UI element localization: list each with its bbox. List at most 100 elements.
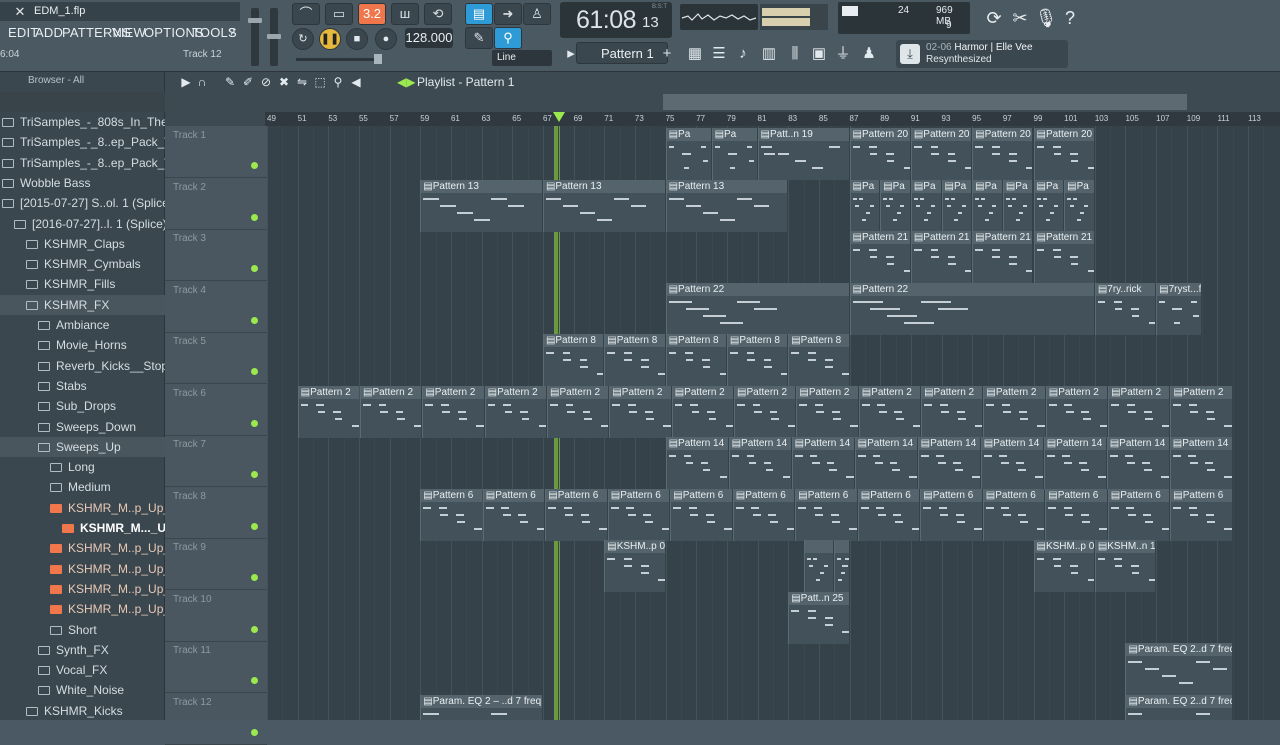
pattern-clip[interactable]: ▤Pattern 2 — [297, 385, 359, 438]
track-mute-led[interactable] — [251, 265, 258, 272]
position-slider[interactable] — [296, 54, 382, 64]
pattern-clip[interactable]: ▤Pattern 6 — [420, 488, 482, 541]
mixer-icon[interactable]: ▥ — [758, 42, 780, 66]
pattern-clip[interactable]: ▤Pattern 21 — [849, 231, 910, 283]
track-mute-led[interactable] — [251, 677, 258, 684]
pattern-clip[interactable]: ▤Pattern 2 — [921, 385, 983, 438]
browser-folder[interactable]: KSHMR_Claps — [0, 234, 165, 254]
browser-icon[interactable]: ▣ — [808, 42, 830, 66]
pattern-clip[interactable]: ▤Pattern 2 — [858, 385, 921, 438]
cut-icon[interactable]: ✂ — [1008, 4, 1032, 32]
step-edit-icon[interactable]: ш — [391, 3, 419, 25]
track-mute-led[interactable] — [251, 162, 258, 169]
menu-edit[interactable]: EDIT — [8, 25, 38, 40]
pattern-clip[interactable]: ▤Pattern 2 — [1045, 385, 1108, 438]
browser-folder[interactable]: Ambiance — [0, 315, 165, 335]
paint-icon[interactable]: ✐ — [241, 74, 255, 90]
track-header[interactable]: Track 4 — [165, 281, 267, 333]
pattern-clip[interactable]: ▤7ryst...funny — [1156, 282, 1202, 335]
playlist-icon[interactable]: ▦ — [684, 42, 706, 66]
browser-folder[interactable]: Stabs — [0, 376, 165, 396]
tempo-tap-icon[interactable]: ♙ — [523, 3, 551, 25]
browser-file[interactable]: KSHMR_M..p_Up_01 — [0, 498, 183, 518]
pattern-clip[interactable]: ▤Pa — [972, 179, 1002, 232]
browser-folder[interactable]: KSHMR_Kicks — [0, 701, 165, 721]
pattern-clip[interactable]: ▤Pattern 14 — [980, 437, 1043, 489]
pattern-clip[interactable]: ▤Pattern 14 — [728, 437, 791, 489]
pattern-song-icon[interactable]: ▤ — [465, 3, 493, 25]
arrow-right-icon[interactable]: ▶ — [179, 74, 193, 90]
track-header[interactable]: Track 2 — [165, 178, 267, 230]
pattern-clip[interactable]: ▤Pattern 13 — [420, 179, 542, 232]
pattern-clip[interactable]: ▤Pattern 6 — [482, 488, 545, 541]
pattern-clip[interactable]: ▤Pattern 14 — [854, 437, 917, 489]
wait-input-icon[interactable]: ▭ — [325, 3, 353, 25]
pattern-clip[interactable]: ▤Patt..n 19 — [757, 128, 849, 180]
zoom-icon[interactable]: ⚲ — [331, 74, 345, 90]
track-mute-led[interactable] — [251, 213, 258, 221]
track-header[interactable]: Track 12 — [165, 693, 267, 745]
pattern-clip[interactable]: ▤Pattern 13 — [542, 179, 665, 232]
playlist-grid[interactable]: ▤Pa▤Pa▤Pa▤Pa▤Patt..n 19▤Pattern 20▤Patte… — [267, 126, 1280, 720]
browser-folder[interactable]: TriSamples_-_8..ep_Pack_Vol_1 — [0, 132, 194, 152]
pattern-clip[interactable]: ▤Pattern 6 — [795, 488, 857, 541]
playback-icon[interactable]: ◀ — [349, 74, 363, 90]
menu-view[interactable]: VIEW — [112, 25, 146, 40]
browser-folder[interactable]: Long — [0, 457, 165, 477]
pattern-clip[interactable]: ▤Pattern 6 — [732, 488, 795, 541]
pattern-clip[interactable]: ▤Pattern 20 — [849, 128, 910, 180]
browser-folder[interactable]: [2016-07-27]..l. 1 (Splice) — [0, 214, 167, 234]
pattern-clip[interactable]: ▤Pattern 14 — [1106, 437, 1169, 489]
pattern-clip[interactable]: ▤Pattern 14 — [665, 437, 728, 489]
pattern-clip[interactable]: ▤Param. EQ 2..d 7 freq #2 — [1125, 643, 1232, 695]
menu-help[interactable]: ? — [228, 25, 235, 40]
master-pitch-slider[interactable] — [267, 8, 281, 66]
pattern-clip[interactable]: ▤KSHM..p 03 — [1033, 540, 1094, 592]
piano-roll-icon[interactable]: ♪ — [732, 42, 754, 66]
track-mute-led[interactable] — [251, 471, 258, 478]
track-mute-led[interactable] — [251, 625, 258, 633]
pattern-clip[interactable]: ▤Pattern 2 — [547, 385, 609, 438]
pattern-clip[interactable]: ▤Pattern 6 — [1170, 488, 1232, 541]
pattern-clip[interactable]: ▤Pattern 8 — [788, 334, 849, 386]
playlist-arrows-icon[interactable]: ◀▶ — [397, 74, 415, 90]
pattern-selector[interactable]: Pattern 1 — [576, 42, 668, 64]
pattern-clip[interactable]: ▤Pattern 6 — [982, 488, 1045, 541]
pause-icon[interactable]: ❚❚ — [319, 28, 341, 50]
pattern-clip[interactable]: ▤Pattern 6 — [670, 488, 732, 541]
pattern-clip[interactable] — [803, 540, 834, 592]
reset-icon[interactable]: ⟳ — [982, 4, 1006, 32]
browser-file[interactable]: KSHMR_M..p_Up_03 — [0, 538, 183, 558]
browser-file[interactable]: KSHMR_M..p_Up_06 — [0, 599, 183, 619]
draw-icon[interactable]: ✎ — [465, 27, 493, 49]
browser-folder[interactable]: KSHMR_FX — [0, 294, 165, 315]
link-icon[interactable]: ⚲ — [494, 27, 522, 49]
pattern-clip[interactable]: ▤Pattern 14 — [1043, 437, 1106, 489]
pattern-clip[interactable]: ▤Pattern 2 — [484, 385, 546, 438]
pattern-clip[interactable]: ▤Pattern 20 — [1033, 128, 1094, 180]
add-pattern-icon[interactable]: + — [656, 42, 678, 66]
record-icon[interactable]: ● — [375, 28, 397, 50]
track-header[interactable]: Track 5 — [165, 332, 267, 384]
pattern-clip[interactable]: ▤Pattern 21 — [910, 231, 972, 283]
song-position-marker[interactable] — [553, 112, 565, 122]
track-header[interactable]: Track 10 — [165, 590, 267, 642]
select-icon[interactable]: ⬚ — [313, 74, 327, 90]
browser-folder[interactable]: Vocal_FX — [0, 660, 165, 680]
stop-icon[interactable]: ■ — [346, 28, 368, 50]
mute-icon[interactable]: ✖ — [277, 74, 291, 90]
browser-folder[interactable]: Sub_Drops — [0, 396, 165, 416]
pattern-clip[interactable]: ▤Pattern 21 — [1033, 231, 1094, 283]
plugin-icon[interactable]: ⏚ — [832, 42, 854, 66]
pattern-clip[interactable]: ▤Pattern 2 — [671, 385, 734, 438]
pattern-clip[interactable]: ▤Pa — [711, 128, 757, 180]
render-icon[interactable]: ♟ — [858, 42, 880, 66]
pattern-clip[interactable]: ▤Pattern 2 — [983, 385, 1045, 438]
pattern-clip[interactable]: ▤Pattern 21 — [972, 231, 1033, 283]
pattern-clip[interactable]: ▤Patt..n 25 — [788, 591, 849, 644]
pattern-clip[interactable]: ▤Pattern 6 — [1107, 488, 1170, 541]
browser-file[interactable]: KSHMR_M..p_Up_04 — [0, 559, 183, 579]
pattern-clip[interactable]: ▤Pattern 13 — [665, 179, 788, 232]
slip-icon[interactable]: ⇋ — [295, 74, 309, 90]
close-icon[interactable]: ✕ — [12, 4, 28, 20]
